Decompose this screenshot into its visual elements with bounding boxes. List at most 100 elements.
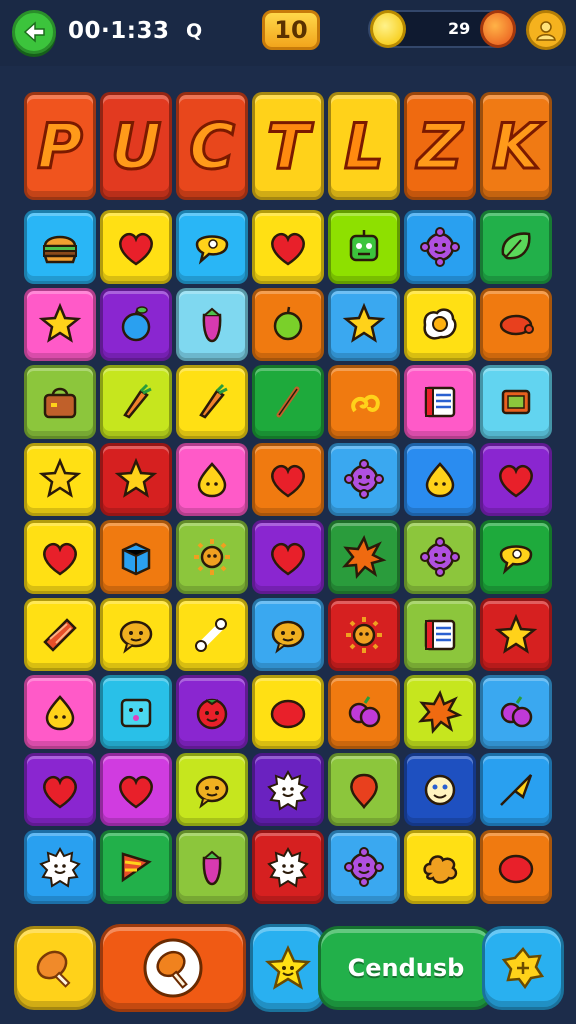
- bacon-icon: [43, 617, 77, 652]
- grid-tile[interactable]: [404, 210, 476, 284]
- grid-tile[interactable]: [480, 442, 552, 517]
- profile-button[interactable]: [526, 10, 566, 50]
- grid-tile[interactable]: [24, 830, 96, 904]
- grid-tile[interactable]: [176, 287, 248, 362]
- grid-tile[interactable]: [176, 210, 248, 284]
- grid-tile[interactable]: [100, 675, 172, 749]
- title-letter-tile: U: [100, 92, 172, 200]
- title-letter: C: [188, 108, 236, 184]
- grid-tile[interactable]: [100, 287, 172, 362]
- heart-icon: [119, 775, 153, 809]
- grid-tile[interactable]: [24, 365, 96, 439]
- back-button[interactable]: [12, 10, 56, 54]
- sun-icon: [346, 616, 382, 653]
- grid-tile[interactable]: [24, 752, 96, 827]
- grid-tile[interactable]: [252, 752, 324, 827]
- grid-tile[interactable]: [176, 520, 248, 594]
- sausage-icon: [499, 315, 534, 336]
- grid-tile[interactable]: [480, 365, 552, 439]
- arrow-icon: [500, 773, 533, 806]
- grapes-icon: [348, 696, 381, 728]
- grid-tile[interactable]: [252, 365, 324, 439]
- title-letters: PUCTLZK: [24, 92, 552, 200]
- grid-tile[interactable]: [480, 830, 552, 904]
- grid-tile[interactable]: [100, 210, 172, 284]
- balloon-icon: [350, 773, 378, 809]
- grid-tile[interactable]: [176, 675, 248, 749]
- grid-tile[interactable]: [480, 210, 552, 284]
- chicken-powerup-button[interactable]: [100, 924, 246, 1012]
- grid-tile[interactable]: [328, 210, 400, 284]
- grid-tile[interactable]: [328, 365, 400, 439]
- grid-tile[interactable]: [328, 830, 400, 904]
- heart-icon: [499, 465, 533, 498]
- grid-tile[interactable]: [252, 442, 324, 517]
- shuffle-button[interactable]: [482, 926, 564, 1010]
- title-letter-tile: Z: [404, 92, 476, 200]
- grid-tile[interactable]: [100, 752, 172, 827]
- grid-tile[interactable]: [404, 752, 476, 827]
- heart-icon: [271, 232, 305, 266]
- grid-tile[interactable]: [480, 520, 552, 594]
- grid-tile[interactable]: [480, 287, 552, 362]
- bubble-face-icon: [271, 620, 305, 654]
- drumstick-button[interactable]: [14, 926, 96, 1010]
- grid-tile[interactable]: [328, 752, 400, 827]
- grid-tile[interactable]: [252, 830, 324, 904]
- grid-tile[interactable]: [176, 365, 248, 439]
- grid-tile[interactable]: [100, 442, 172, 517]
- grid-tile[interactable]: [404, 830, 476, 904]
- grid-tile[interactable]: [328, 442, 400, 517]
- speech-bubble-icon: [499, 545, 533, 575]
- grid-tile[interactable]: [252, 675, 324, 749]
- grid-tile[interactable]: [404, 597, 476, 672]
- grid-tile[interactable]: [328, 287, 400, 362]
- search-icon[interactable]: Q: [186, 15, 202, 47]
- grapes-icon: [500, 696, 533, 728]
- book-icon: [424, 386, 456, 418]
- grid-tile[interactable]: [404, 365, 476, 439]
- grid-tile[interactable]: [176, 752, 248, 827]
- coin-value: 29: [448, 19, 471, 38]
- grid-tile[interactable]: [100, 830, 172, 904]
- heart-icon: [271, 542, 305, 576]
- grid-tile[interactable]: [328, 597, 400, 672]
- star-badge-icon: [501, 947, 545, 990]
- grid-tile[interactable]: [328, 675, 400, 749]
- grid-tile[interactable]: [404, 520, 476, 594]
- grid-tile[interactable]: [24, 520, 96, 594]
- grid-tile[interactable]: [100, 597, 172, 672]
- gear-face-icon: [344, 847, 384, 888]
- grid-tile[interactable]: [24, 210, 96, 284]
- grid-tile[interactable]: [252, 287, 324, 362]
- grid-tile[interactable]: [176, 442, 248, 517]
- gear-face-icon: [420, 536, 460, 577]
- grid-tile[interactable]: [176, 830, 248, 904]
- grid-tile[interactable]: [100, 520, 172, 594]
- grid-tile[interactable]: [404, 442, 476, 517]
- grid-tile[interactable]: [252, 520, 324, 594]
- grid-tile[interactable]: [480, 675, 552, 749]
- grid-tile[interactable]: [24, 287, 96, 362]
- grid-tile[interactable]: [480, 752, 552, 827]
- sun-face-icon: [267, 847, 309, 888]
- grid-tile[interactable]: [100, 365, 172, 439]
- flag-icon: [121, 852, 152, 883]
- grid-tile[interactable]: [404, 287, 476, 362]
- drumstick-icon: [36, 950, 71, 988]
- grid-tile[interactable]: [24, 442, 96, 517]
- grid-tile[interactable]: [480, 597, 552, 672]
- grid-tile[interactable]: [328, 520, 400, 594]
- burst-icon: [341, 534, 387, 579]
- star-powerup-button[interactable]: [250, 924, 326, 1012]
- robot-face-icon: [349, 229, 379, 262]
- grid-tile[interactable]: [404, 675, 476, 749]
- grid-tile[interactable]: [24, 597, 96, 672]
- continue-button[interactable]: Cendusb: [318, 926, 494, 1010]
- gear-face-icon: [344, 459, 384, 500]
- grid-tile[interactable]: [24, 675, 96, 749]
- grid-tile[interactable]: [176, 597, 248, 672]
- sun-icon: [194, 538, 230, 575]
- grid-tile[interactable]: [252, 597, 324, 672]
- grid-tile[interactable]: [252, 210, 324, 284]
